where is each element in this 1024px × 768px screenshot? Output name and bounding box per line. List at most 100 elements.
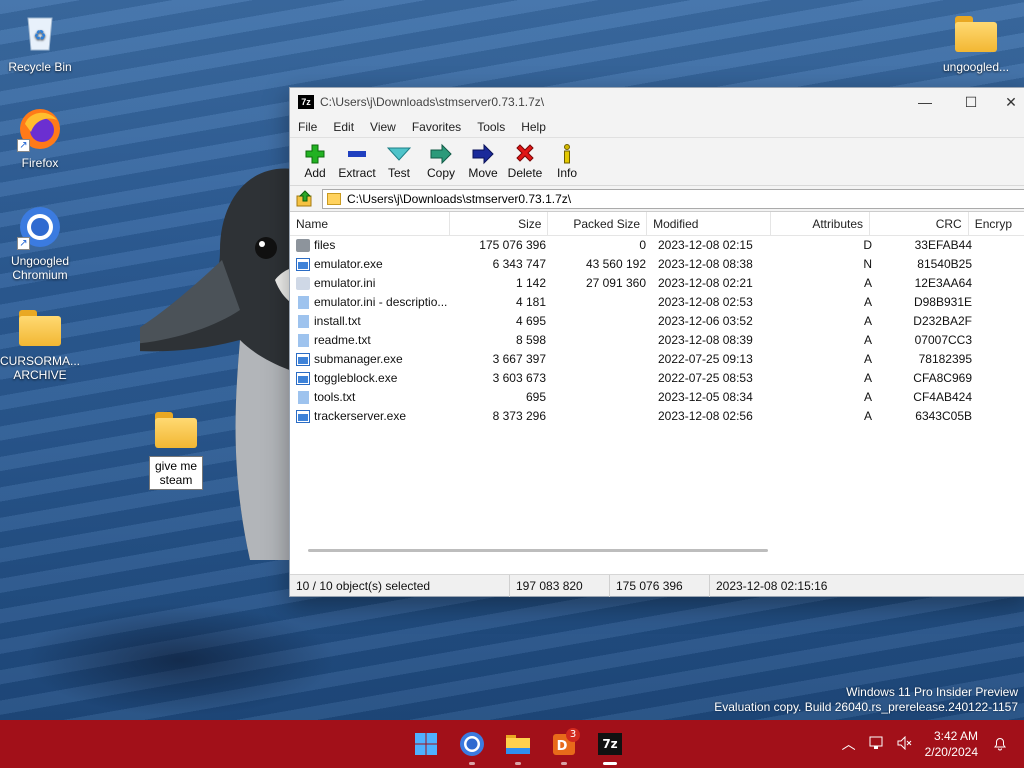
cell-packed xyxy=(552,388,652,407)
menu-bar: File Edit View Favorites Tools Help xyxy=(290,116,1024,138)
cell-modified: 2023-12-05 08:34 xyxy=(658,390,753,404)
cell-attr: A xyxy=(863,333,872,347)
notifications-button[interactable] xyxy=(986,735,1014,754)
extract-button[interactable]: Extract xyxy=(336,142,378,180)
cell-modified: 2022-07-25 08:53 xyxy=(658,371,753,385)
desktop-icon-give-me-steam[interactable]: give me steam xyxy=(136,406,216,490)
maximize-button[interactable]: ☐ xyxy=(948,88,994,116)
up-folder-button[interactable] xyxy=(294,189,316,209)
add-label: Add xyxy=(304,166,326,180)
ini-file-icon xyxy=(296,277,310,290)
move-button[interactable]: Move xyxy=(462,142,504,180)
column-crc[interactable]: CRC xyxy=(870,212,969,236)
menu-tools[interactable]: Tools xyxy=(469,120,513,134)
shortcut-arrow-icon: ↗ xyxy=(17,139,30,152)
running-indicator xyxy=(469,762,475,765)
up-folder-icon xyxy=(296,189,312,206)
cell-name: install.txt xyxy=(290,312,452,331)
cell-modified: 2023-12-08 08:39 xyxy=(658,333,753,347)
desktop-icon-firefox[interactable]: ↗ Firefox xyxy=(0,106,80,170)
cell-modified: 2023-12-08 02:21 xyxy=(658,276,753,290)
clock[interactable]: 3:42 AM 2/20/2024 xyxy=(925,728,978,760)
cell-name: emulator.ini xyxy=(290,274,452,293)
title-bar[interactable]: 7z C:\Users\j\Downloads\stmserver0.73.1.… xyxy=(290,88,1024,116)
add-button[interactable]: Add xyxy=(294,142,336,180)
txt-file-icon xyxy=(298,296,309,309)
info-button[interactable]: Info xyxy=(546,142,588,180)
taskbar-app-badged[interactable]: D 3 xyxy=(548,728,580,765)
menu-edit[interactable]: Edit xyxy=(325,120,362,134)
file-name: emulator.ini xyxy=(314,276,376,290)
test-button[interactable]: Test xyxy=(378,142,420,180)
info-icon xyxy=(546,142,588,166)
cell-size: 1 142 xyxy=(515,276,546,290)
cell-crc: 07007CC3 xyxy=(914,333,972,347)
address-field[interactable]: C:\Users\j\Downloads\stmserver0.73.1.7z\ xyxy=(322,188,1024,209)
taskbar-7zip[interactable]: 7z xyxy=(594,728,626,765)
desktop-icon-ungoogled[interactable]: ungoogled... xyxy=(936,10,1016,74)
chromium-icon xyxy=(460,732,484,756)
column-packed-size[interactable]: Packed Size xyxy=(548,212,648,236)
taskbar-file-explorer[interactable] xyxy=(502,728,534,765)
toolbar: Add Extract Test Copy Move Delete Info xyxy=(290,138,1024,186)
exe-file-icon xyxy=(296,258,310,271)
table-row[interactable]: install.txt 4 695 2023-12-06 03:52 A D232BA2… xyxy=(290,312,1024,331)
menu-file[interactable]: File xyxy=(290,120,325,134)
table-row[interactable]: toggleblock.exe 3 603 673 2022-07-25 08:53… xyxy=(290,369,1024,388)
show-hidden-icons-button[interactable]: ︿ xyxy=(835,734,863,754)
cell-attr: A xyxy=(863,352,872,366)
table-row[interactable]: emulator.ini - descriptio... 4 181 2023-12… xyxy=(290,293,1024,312)
watermark-line: Windows 11 Pro Insider Preview xyxy=(846,685,1018,699)
archive-icon xyxy=(327,192,341,205)
extract-icon xyxy=(336,142,378,166)
file-list[interactable]: Name Size Packed Size Modified Attribute… xyxy=(290,212,1024,562)
column-name[interactable]: Name xyxy=(290,212,450,236)
column-modified[interactable]: Modified xyxy=(647,212,772,236)
cell-size: 3 603 673 xyxy=(492,371,546,385)
table-row[interactable]: files 175 076 396 0 2023-12-08 02:15 D 33EFAB… xyxy=(290,236,1024,255)
menu-help[interactable]: Help xyxy=(513,120,554,134)
minimize-button[interactable]: — xyxy=(902,88,948,116)
cell-attr: A xyxy=(863,409,872,423)
volume-button[interactable] xyxy=(891,735,919,753)
status-selected: 10 / 10 object(s) selected xyxy=(290,574,510,597)
horizontal-scrollbar[interactable] xyxy=(308,549,768,552)
table-row[interactable]: trackerserver.exe 8 373 296 2023-12-08 02:… xyxy=(290,407,1024,426)
bell-icon xyxy=(994,737,1006,750)
menu-view[interactable]: View xyxy=(362,120,404,134)
cell-size: 6 343 747 xyxy=(492,257,546,271)
status-bar: 10 / 10 object(s) selected 197 083 820 1… xyxy=(290,574,1024,597)
close-button[interactable]: ✕ xyxy=(994,88,1024,116)
file-name: emulator.ini - descriptio... xyxy=(314,295,448,309)
test-label: Test xyxy=(387,166,410,180)
table-row[interactable]: emulator.ini 1 142 27 091 360 2023-12-08 02… xyxy=(290,274,1024,293)
desktop-icon-cursorma-archive[interactable]: CURSORMA... ARCHIVE xyxy=(0,304,80,382)
column-size[interactable]: Size xyxy=(450,212,549,236)
folder-file-icon xyxy=(296,239,310,252)
table-row[interactable]: submanager.exe 3 667 397 2022-07-25 09:13 A… xyxy=(290,350,1024,369)
extract-label: Extract xyxy=(338,166,376,180)
table-row[interactable]: tools.txt 695 2023-12-05 08:34 A CF4AB424 xyxy=(290,388,1024,407)
copy-button[interactable]: Copy xyxy=(420,142,462,180)
cell-crc: CFA8C969 xyxy=(913,371,972,385)
file-name: tools.txt xyxy=(314,390,356,404)
desktop-icon-recycle-bin[interactable]: ♻ Recycle Bin xyxy=(0,10,80,74)
network-button[interactable] xyxy=(863,736,891,753)
file-name: submanager.exe xyxy=(314,352,403,366)
column-encrypted[interactable]: Encryp xyxy=(969,212,1024,236)
start-button[interactable] xyxy=(410,728,442,760)
table-row[interactable]: readme.txt 8 598 2023-12-08 08:39 A 07007CC3 xyxy=(290,331,1024,350)
file-name: readme.txt xyxy=(314,333,371,347)
desktop-icon-label[interactable]: give me steam xyxy=(149,456,203,490)
desktop-icon-ungoogled-chromium[interactable]: ↗ Ungoogled Chromium xyxy=(0,204,80,282)
taskbar-chromium[interactable] xyxy=(456,728,488,765)
cell-modified: 2023-12-06 03:52 xyxy=(658,314,753,328)
menu-favorites[interactable]: Favorites xyxy=(404,120,469,134)
delete-button[interactable]: Delete xyxy=(504,142,546,180)
add-icon xyxy=(294,142,336,166)
cell-size: 8 373 296 xyxy=(492,409,546,423)
delete-icon xyxy=(504,142,546,166)
cell-attr: D xyxy=(863,238,872,252)
column-attributes[interactable]: Attributes xyxy=(771,212,871,236)
table-row[interactable]: emulator.exe 6 343 747 43 560 192 2023-12-0… xyxy=(290,255,1024,274)
